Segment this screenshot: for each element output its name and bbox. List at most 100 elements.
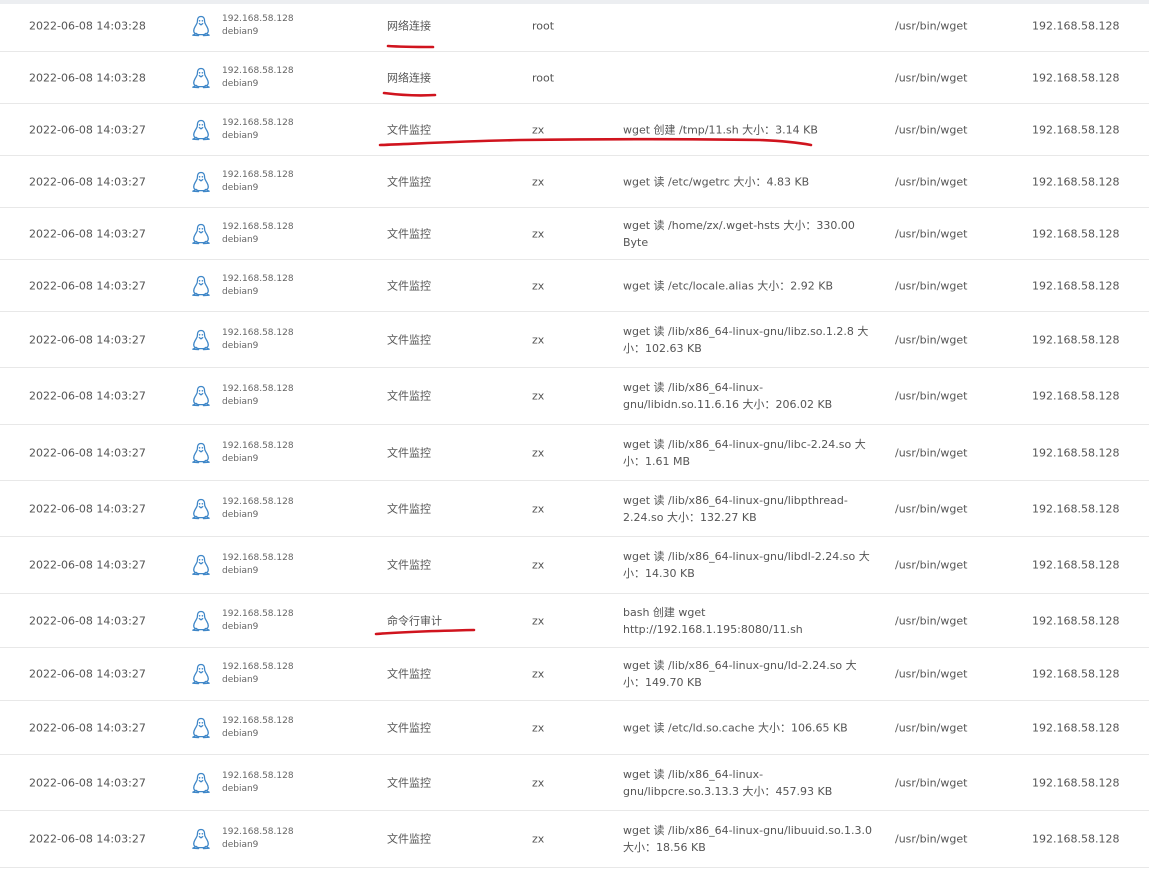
linux-tux-icon bbox=[191, 329, 211, 351]
process-path: /usr/bin/wget bbox=[895, 123, 968, 136]
table-row[interactable]: 2022-06-08 14:03:27 192.168.58.128 debia… bbox=[0, 701, 1149, 755]
table-row[interactable]: 2022-06-08 14:03:27 192.168.58.128 debia… bbox=[0, 104, 1149, 156]
host-ip: 192.168.58.128 bbox=[222, 553, 294, 563]
table-row[interactable]: 2022-06-08 14:03:27 192.168.58.128 debia… bbox=[0, 648, 1149, 701]
linux-tux-icon bbox=[191, 223, 211, 245]
event-user: zx bbox=[532, 446, 545, 459]
event-time: 2022-06-08 14:03:27 bbox=[29, 721, 146, 734]
event-time: 2022-06-08 14:03:28 bbox=[29, 71, 146, 84]
host-info[interactable]: 192.168.58.128 debian9 bbox=[222, 117, 294, 143]
linux-tux-icon bbox=[191, 275, 211, 297]
table-row[interactable]: 2022-06-08 14:03:27 192.168.58.128 debia… bbox=[0, 594, 1149, 648]
host-info[interactable]: 192.168.58.128 debian9 bbox=[222, 273, 294, 299]
process-path: /usr/bin/wget bbox=[895, 614, 968, 627]
process-path: /usr/bin/wget bbox=[895, 558, 968, 572]
linux-tux-icon bbox=[191, 385, 211, 407]
table-row[interactable]: 2022-06-08 14:03:27 192.168.58.128 debia… bbox=[0, 312, 1149, 368]
source-ip: 192.168.58.128 bbox=[1032, 279, 1120, 292]
host-name: debian9 bbox=[222, 728, 259, 739]
host-name: debian9 bbox=[222, 26, 259, 37]
host-info[interactable]: 192.168.58.128 debian9 bbox=[222, 715, 294, 741]
source-ip: 192.168.58.128 bbox=[1032, 776, 1120, 789]
table-row[interactable]: 2022-06-08 14:03:27 192.168.58.128 debia… bbox=[0, 537, 1149, 594]
event-user: zx bbox=[532, 123, 545, 136]
host-info[interactable]: 192.168.58.128 debian9 bbox=[222, 496, 294, 522]
source-ip: 192.168.58.128 bbox=[1032, 123, 1120, 136]
event-detail: wget 读 /lib/x86_64-linux-gnu/libuuid.so.… bbox=[623, 824, 873, 854]
table-row[interactable]: 2022-06-08 14:03:27 192.168.58.128 debia… bbox=[0, 260, 1149, 312]
host-ip: 192.168.58.128 bbox=[222, 65, 294, 76]
process-path: /usr/bin/wget bbox=[895, 776, 968, 789]
host-name: debian9 bbox=[222, 340, 259, 351]
host-ip: 192.168.58.128 bbox=[222, 221, 294, 232]
linux-tux-icon bbox=[191, 828, 211, 850]
event-detail: wget 读 /lib/x86_64-linux-gnu/libpcre.so.… bbox=[623, 767, 833, 798]
host-info[interactable]: 192.168.58.128 debian9 bbox=[222, 169, 294, 195]
event-time: 2022-06-08 14:03:27 bbox=[29, 776, 146, 789]
event-time: 2022-06-08 14:03:27 bbox=[29, 175, 146, 188]
host-info[interactable]: 192.168.58.128 debian9 bbox=[222, 826, 294, 852]
host-info[interactable]: 192.168.58.128 debian9 bbox=[222, 221, 294, 247]
table-row[interactable]: 2022-06-08 14:03:27 192.168.58.128 debia… bbox=[0, 425, 1149, 481]
event-log-table: 2022-06-08 14:03:28 192.168.58.128 debia… bbox=[0, 0, 1149, 871]
table-row[interactable]: 2022-06-08 14:03:28 192.168.58.128 debia… bbox=[0, 0, 1149, 52]
event-user: zx bbox=[532, 721, 545, 734]
process-path: /usr/bin/wget bbox=[895, 333, 968, 346]
event-detail: wget 创建 /tmp/11.sh 大小：3.14 KB bbox=[623, 123, 818, 136]
host-name: debian9 bbox=[222, 566, 259, 576]
source-ip: 192.168.58.128 bbox=[1032, 502, 1120, 515]
table-row[interactable]: 2022-06-08 14:03:27 192.168.58.128 debia… bbox=[0, 811, 1149, 868]
event-time: 2022-06-08 14:03:27 bbox=[29, 123, 146, 136]
event-type: 文件监控 bbox=[387, 446, 431, 459]
host-info[interactable]: 192.168.58.128 debian9 bbox=[222, 383, 294, 409]
host-info[interactable]: 192.168.58.128 debian9 bbox=[222, 770, 294, 796]
host-name: debian9 bbox=[222, 234, 259, 245]
event-detail: wget 读 /lib/x86_64-linux-gnu/libpthread-… bbox=[623, 493, 848, 524]
process-path: /usr/bin/wget bbox=[895, 227, 968, 240]
table-row[interactable]: 2022-06-08 14:03:27 192.168.58.128 debia… bbox=[0, 208, 1149, 260]
host-info[interactable]: 192.168.58.128 debian9 bbox=[222, 13, 294, 39]
table-row[interactable]: 2022-06-08 14:03:27 192.168.58.128 debia… bbox=[0, 368, 1149, 425]
source-ip: 192.168.58.128 bbox=[1032, 175, 1120, 188]
linux-tux-icon bbox=[191, 610, 211, 632]
linux-tux-icon bbox=[191, 442, 211, 464]
table-row[interactable]: 2022-06-08 14:03:27 192.168.58.128 debia… bbox=[0, 156, 1149, 208]
event-time: 2022-06-08 14:03:27 bbox=[29, 832, 146, 846]
event-type: 文件监控 bbox=[387, 227, 431, 240]
host-info[interactable]: 192.168.58.128 debian9 bbox=[222, 552, 294, 578]
table-row[interactable]: 2022-06-08 14:03:27 192.168.58.128 debia… bbox=[0, 755, 1149, 811]
event-detail: wget 读 /lib/x86_64-linux-gnu/libdl-2.24.… bbox=[623, 550, 870, 580]
event-time: 2022-06-08 14:03:27 bbox=[29, 614, 146, 627]
event-user: zx bbox=[532, 279, 545, 292]
process-path: /usr/bin/wget bbox=[895, 446, 968, 459]
host-info[interactable]: 192.168.58.128 debian9 bbox=[222, 608, 294, 634]
event-detail: wget 读 /etc/ld.so.cache 大小：106.65 KB bbox=[623, 721, 848, 734]
host-info[interactable]: 192.168.58.128 debian9 bbox=[222, 327, 294, 353]
event-type: 文件监控 bbox=[387, 832, 431, 846]
event-detail: wget 读 /lib/x86_64-linux-gnu/libz.so.1.2… bbox=[623, 324, 869, 355]
table-row[interactable]: 2022-06-08 14:03:27 192.168.58.128 debia… bbox=[0, 481, 1149, 537]
event-detail: wget 读 /lib/x86_64-linux-gnu/libidn.so.1… bbox=[623, 381, 833, 411]
process-path: /usr/bin/wget bbox=[895, 19, 968, 32]
table-row[interactable]: 2022-06-08 14:03:28 192.168.58.128 debia… bbox=[0, 52, 1149, 104]
host-info[interactable]: 192.168.58.128 debian9 bbox=[222, 661, 294, 687]
event-time: 2022-06-08 14:03:27 bbox=[29, 333, 146, 346]
linux-tux-icon bbox=[191, 772, 211, 794]
host-ip: 192.168.58.128 bbox=[222, 770, 294, 781]
host-name: debian9 bbox=[222, 397, 259, 407]
process-path: /usr/bin/wget bbox=[895, 71, 968, 84]
process-path: /usr/bin/wget bbox=[895, 279, 968, 292]
event-user: root bbox=[532, 71, 555, 84]
host-info[interactable]: 192.168.58.128 debian9 bbox=[222, 440, 294, 466]
event-time: 2022-06-08 14:03:27 bbox=[29, 558, 146, 572]
host-ip: 192.168.58.128 bbox=[222, 384, 294, 394]
host-name: debian9 bbox=[222, 840, 259, 850]
host-ip: 192.168.58.128 bbox=[222, 273, 294, 284]
host-info[interactable]: 192.168.58.128 debian9 bbox=[222, 65, 294, 91]
event-detail: wget 读 /etc/locale.alias 大小：2.92 KB bbox=[623, 279, 834, 292]
process-path: /usr/bin/wget bbox=[895, 175, 968, 188]
host-ip: 192.168.58.128 bbox=[222, 715, 294, 726]
event-detail: wget 读 /lib/x86_64-linux-gnu/libc-2.24.s… bbox=[623, 437, 866, 468]
source-ip: 192.168.58.128 bbox=[1032, 446, 1120, 459]
source-ip: 192.168.58.128 bbox=[1032, 832, 1120, 846]
